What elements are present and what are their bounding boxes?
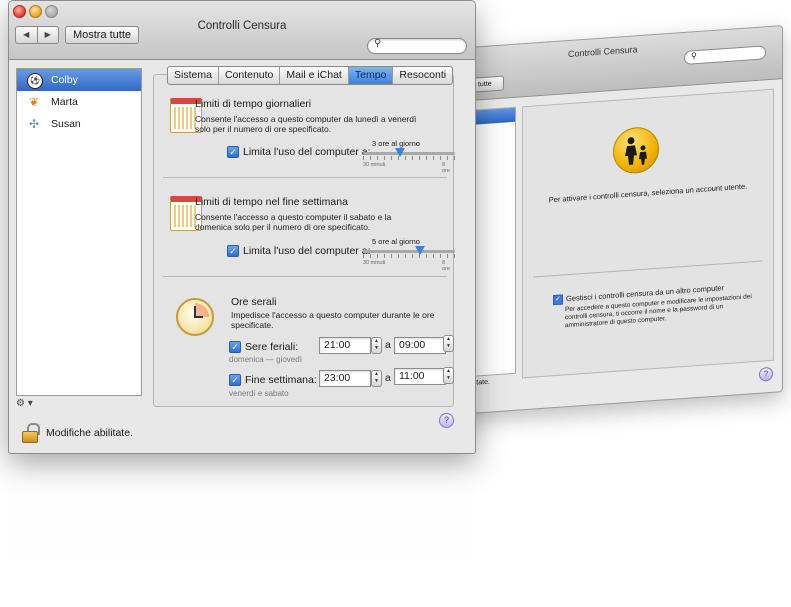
back-divider	[533, 260, 763, 278]
weekday-slider-min: 30 minuti	[363, 162, 386, 168]
user-row-susan[interactable]: ✣ Susan	[17, 113, 141, 135]
back-info-text: Per attivare i controlli censura, selezi…	[548, 181, 748, 205]
weekend-slider-ticks	[363, 254, 455, 258]
user-list[interactable]: ⚽ Colby ❦ Marta ✣ Susan	[16, 68, 142, 396]
school-from-stepper[interactable]: ▲ ▼	[371, 337, 382, 354]
weekend-slider-min: 30 minuti	[363, 260, 386, 266]
school-to-stepper[interactable]: ▲ ▼	[443, 335, 454, 352]
minimize-window-icon[interactable]	[29, 5, 42, 18]
weekday-section: Limiti di tempo giornalieri Consente l'a…	[163, 94, 455, 174]
tab-contenuto[interactable]: Contenuto	[217, 67, 279, 84]
dragonfly-icon: ✣	[28, 117, 40, 131]
window-reflection	[8, 454, 474, 564]
section-divider	[163, 276, 447, 277]
background-window: Controlli Censura ⚲ stra tutte Per attiv…	[455, 25, 783, 416]
school-nights-checkbox-row[interactable]: ✓ Sere feriali:	[229, 341, 299, 354]
school-nights-to-field[interactable]: 09:00	[394, 337, 446, 354]
school-nights-days: domenica — giovedì	[229, 355, 302, 364]
show-all-button[interactable]: Mostra tutte	[65, 26, 139, 44]
checkbox-checked-icon[interactable]: ✓	[553, 294, 563, 306]
user-name: Marta	[51, 96, 78, 108]
weekend-slider-value: 5 ore al giorno	[372, 237, 420, 246]
weekday-slider-ticks	[363, 156, 455, 160]
bedtime-title: Ore serali	[231, 296, 277, 308]
weekday-slider-knob[interactable]	[394, 148, 405, 157]
soccer-ball-icon: ⚽	[27, 73, 43, 89]
weekend-bedtime-days: venerdì e sabato	[229, 389, 289, 398]
weekend-limit-checkbox-row[interactable]: ✓ Limita l'uso del computer a:	[227, 245, 371, 258]
section-divider	[163, 177, 447, 178]
tab-resoconti[interactable]: Resoconti	[392, 67, 452, 84]
close-window-icon[interactable]	[13, 5, 26, 18]
weekday-slider-value: 3 ore al giorno	[372, 139, 420, 148]
back-arrow-icon[interactable]: ◀	[16, 27, 37, 43]
tab-sistema[interactable]: Sistema	[168, 67, 218, 84]
bedtime-description: Impedisce l'accesso a questo computer du…	[231, 310, 435, 330]
gear-menu-button[interactable]: ⚙ ▾	[16, 398, 44, 412]
weekend-from-field[interactable]: 23:00	[319, 370, 371, 387]
user-row-colby[interactable]: ⚽ Colby	[17, 69, 141, 91]
help-button[interactable]: ?	[439, 413, 454, 428]
parental-controls-icon	[613, 125, 659, 175]
to-label: a	[385, 372, 391, 384]
school-nights-label: Sere feriali:	[245, 341, 299, 353]
zoom-window-icon[interactable]	[45, 5, 58, 18]
weekday-slider-track[interactable]	[363, 152, 455, 155]
checkbox-checked-icon[interactable]: ✓	[227, 245, 239, 258]
checkbox-checked-icon[interactable]: ✓	[229, 374, 241, 387]
titlebar: Controlli Censura ◀ ▶ Mostra tutte ⚲	[9, 1, 475, 60]
tab-mail-ichat[interactable]: Mail e iChat	[279, 67, 347, 84]
forward-arrow-icon[interactable]: ▶	[36, 27, 59, 43]
weekday-slider-max: 8 ore	[442, 162, 450, 174]
user-row-marta[interactable]: ❦ Marta	[17, 91, 141, 113]
back-main-panel: Per attivare i controlli censura, selezi…	[522, 88, 774, 379]
to-label: a	[385, 339, 391, 351]
tab-bar: Sistema Contenuto Mail e iChat Tempo Res…	[167, 66, 454, 85]
weekend-slider-track[interactable]	[363, 250, 455, 253]
weekend-bedtime-label: Fine settimana:	[245, 374, 317, 386]
back-search-field[interactable]: ⚲	[684, 45, 766, 65]
weekend-to-field[interactable]: 11:00	[394, 368, 446, 385]
checkbox-checked-icon[interactable]: ✓	[227, 146, 239, 159]
weekend-bedtime-checkbox-row[interactable]: ✓ Fine settimana:	[229, 374, 317, 387]
search-icon: ⚲	[691, 51, 697, 61]
weekend-to-stepper[interactable]: ▲ ▼	[443, 367, 454, 384]
checkbox-checked-icon[interactable]: ✓	[229, 341, 241, 354]
search-input[interactable]: ⚲	[367, 38, 467, 54]
tab-tempo[interactable]: Tempo	[347, 67, 393, 84]
butterfly-icon: ❦	[28, 95, 40, 109]
weekend-section: Limiti di tempo nel fine settimana Conse…	[163, 192, 455, 272]
weekday-limit-checkbox-row[interactable]: ✓ Limita l'uso del computer a:	[227, 146, 370, 159]
weekend-from-stepper[interactable]: ▲ ▼	[371, 370, 382, 387]
back-window-title: Controlli Censura	[568, 44, 638, 60]
weekday-description: Consente l'accesso a questo computer da …	[195, 114, 417, 134]
weekend-slider-max: 8 ore	[442, 260, 450, 272]
lock-status-text: Modifiche abilitate.	[46, 427, 133, 439]
weekend-limit-label: Limita l'uso del computer a:	[243, 245, 371, 257]
weekend-title: Limiti di tempo nel fine settimana	[195, 196, 348, 208]
search-icon: ⚲	[374, 38, 382, 49]
lock-open-icon[interactable]	[20, 423, 40, 443]
user-name: Susan	[51, 118, 81, 130]
back-help-button[interactable]: ?	[759, 366, 773, 382]
nav-buttons: ◀ ▶	[15, 26, 59, 44]
user-name: Colby	[51, 74, 78, 86]
weekday-title: Limiti di tempo giornalieri	[195, 98, 312, 110]
weekend-slider-knob[interactable]	[415, 246, 426, 255]
weekend-description: Consente l'accesso a questo computer il …	[195, 212, 392, 232]
school-nights-from-field[interactable]: 21:00	[319, 337, 371, 354]
